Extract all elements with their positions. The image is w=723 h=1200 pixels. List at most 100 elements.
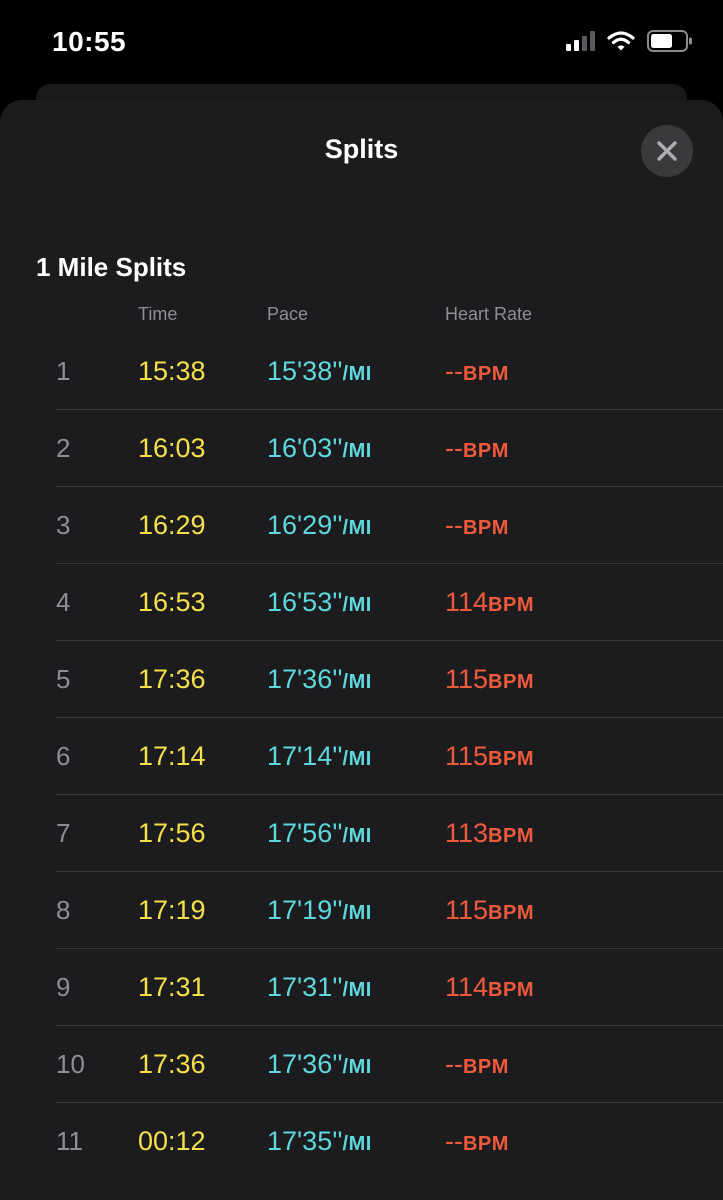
heart-rate-unit: BPM bbox=[462, 363, 509, 385]
heart-rate-unit: BPM bbox=[462, 517, 509, 539]
status-icons bbox=[566, 30, 693, 52]
heart-rate-unit: BPM bbox=[462, 1133, 509, 1155]
split-row: 7 17:56 17'56''/MI 113BPM bbox=[0, 795, 723, 872]
split-row: 6 17:14 17'14''/MI 115BPM bbox=[0, 718, 723, 795]
split-pace: 17'56''/MI bbox=[267, 795, 372, 872]
split-time: 15:38 bbox=[138, 356, 206, 386]
split-row: 1 15:38 15'38''/MI --BPM bbox=[0, 333, 723, 410]
pace-value: 17'36'' bbox=[267, 1049, 343, 1079]
pace-unit: /MI bbox=[342, 517, 372, 539]
heart-rate-value: -- bbox=[445, 356, 463, 386]
heart-rate-unit: BPM bbox=[462, 440, 509, 462]
heart-rate-value: -- bbox=[445, 433, 463, 463]
split-heart-rate: 115BPM bbox=[445, 718, 534, 795]
split-row: 10 17:36 17'36''/MI --BPM bbox=[0, 1026, 723, 1103]
split-index: 3 bbox=[56, 510, 71, 540]
split-row: 2 16:03 16'03''/MI --BPM bbox=[0, 410, 723, 487]
pace-value: 16'03'' bbox=[267, 433, 343, 463]
pace-unit: /MI bbox=[342, 1133, 372, 1155]
split-time: 17:36 bbox=[138, 1049, 206, 1079]
pace-value: 15'38'' bbox=[267, 356, 343, 386]
heart-rate-value: 115 bbox=[445, 895, 489, 925]
pace-value: 17'56'' bbox=[267, 818, 343, 848]
pace-unit: /MI bbox=[342, 1056, 372, 1078]
split-index: 2 bbox=[56, 433, 71, 463]
split-row: 11 00:12 17'35''/MI --BPM bbox=[0, 1103, 723, 1180]
split-index: 5 bbox=[56, 664, 71, 694]
split-heart-rate: --BPM bbox=[445, 487, 509, 564]
split-index: 8 bbox=[56, 895, 71, 925]
split-pace: 17'35''/MI bbox=[267, 1103, 372, 1180]
split-index: 1 bbox=[56, 356, 71, 386]
status-bar: 10:55 bbox=[0, 0, 723, 84]
heart-rate-unit: BPM bbox=[462, 1056, 509, 1078]
split-heart-rate: 114BPM bbox=[445, 949, 534, 1026]
heart-rate-value: -- bbox=[445, 510, 463, 540]
wifi-icon bbox=[607, 31, 635, 51]
heart-rate-value: -- bbox=[445, 1126, 463, 1156]
split-index: 11 bbox=[56, 1126, 83, 1156]
split-index: 7 bbox=[56, 818, 71, 848]
split-pace: 17'36''/MI bbox=[267, 1026, 372, 1103]
heart-rate-value: 115 bbox=[445, 664, 489, 694]
pace-value: 17'31'' bbox=[267, 972, 343, 1002]
split-heart-rate: 115BPM bbox=[445, 872, 534, 949]
split-index: 6 bbox=[56, 741, 71, 771]
split-time: 17:36 bbox=[138, 664, 206, 694]
split-heart-rate: --BPM bbox=[445, 1103, 509, 1180]
heart-rate-unit: BPM bbox=[488, 902, 534, 924]
heart-rate-unit: BPM bbox=[488, 594, 534, 616]
sheet-title: Splits bbox=[324, 134, 399, 164]
split-time: 16:03 bbox=[138, 433, 206, 463]
split-row: 9 17:31 17'31''/MI 114BPM bbox=[0, 949, 723, 1026]
split-heart-rate: --BPM bbox=[445, 1026, 509, 1103]
heart-rate-value: -- bbox=[445, 1049, 463, 1079]
column-header-heart-rate: Heart Rate bbox=[445, 304, 533, 324]
heart-rate-unit: BPM bbox=[488, 825, 534, 847]
pace-value: 17'36'' bbox=[267, 664, 343, 694]
split-time: 16:53 bbox=[138, 587, 206, 617]
pace-value: 17'14'' bbox=[267, 741, 343, 771]
split-row: 4 16:53 16'53''/MI 114BPM bbox=[0, 564, 723, 641]
splits-table: 1 15:38 15'38''/MI --BPM 2 16:03 16'03''… bbox=[0, 333, 723, 1180]
split-heart-rate: 115BPM bbox=[445, 641, 534, 718]
split-heart-rate: 114BPM bbox=[445, 564, 534, 641]
split-pace: 15'38''/MI bbox=[267, 333, 372, 410]
split-pace: 16'29''/MI bbox=[267, 487, 372, 564]
split-index: 4 bbox=[56, 587, 71, 617]
section-title: 1 Mile Splits bbox=[36, 252, 187, 282]
heart-rate-value: 114 bbox=[445, 972, 489, 1002]
cellular-signal-icon bbox=[566, 31, 595, 51]
pace-unit: /MI bbox=[342, 594, 372, 616]
split-time: 17:14 bbox=[138, 741, 206, 771]
split-time: 00:12 bbox=[138, 1126, 206, 1156]
battery-icon bbox=[647, 30, 692, 52]
split-pace: 17'14''/MI bbox=[267, 718, 372, 795]
heart-rate-unit: BPM bbox=[488, 748, 534, 770]
heart-rate-value: 115 bbox=[445, 741, 489, 771]
split-time: 17:31 bbox=[138, 972, 206, 1002]
split-time: 17:56 bbox=[138, 818, 206, 848]
splits-sheet: Splits 1 Mile Splits Time Pace Heart Rat… bbox=[0, 100, 723, 1200]
pace-value: 17'19'' bbox=[267, 895, 343, 925]
close-icon bbox=[657, 141, 677, 161]
split-index: 10 bbox=[56, 1049, 85, 1079]
split-heart-rate: --BPM bbox=[445, 410, 509, 487]
pace-unit: /MI bbox=[342, 671, 372, 693]
split-row: 3 16:29 16'29''/MI --BPM bbox=[0, 487, 723, 564]
split-pace: 16'53''/MI bbox=[267, 564, 372, 641]
pace-unit: /MI bbox=[342, 440, 372, 462]
pace-unit: /MI bbox=[342, 363, 372, 385]
heart-rate-value: 114 bbox=[445, 587, 489, 617]
pace-value: 16'29'' bbox=[267, 510, 343, 540]
split-heart-rate: 113BPM bbox=[445, 795, 534, 872]
split-row: 5 17:36 17'36''/MI 115BPM bbox=[0, 641, 723, 718]
heart-rate-value: 113 bbox=[445, 818, 489, 848]
split-pace: 16'03''/MI bbox=[267, 410, 372, 487]
close-button[interactable] bbox=[641, 125, 693, 177]
split-index: 9 bbox=[56, 972, 71, 1002]
split-pace: 17'36''/MI bbox=[267, 641, 372, 718]
pace-unit: /MI bbox=[342, 748, 372, 770]
split-pace: 17'31''/MI bbox=[267, 949, 372, 1026]
pace-value: 16'53'' bbox=[267, 587, 343, 617]
